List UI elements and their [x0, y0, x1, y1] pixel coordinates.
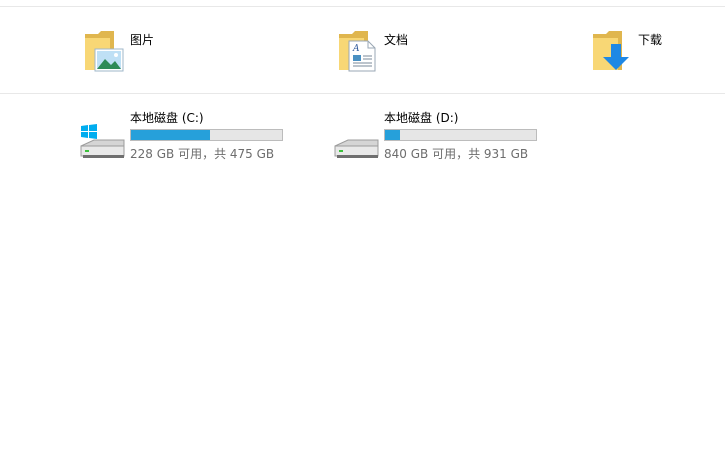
windows-drive-icon	[80, 124, 125, 158]
drive-item-d[interactable]: 本地磁盘 (D:) 840 GB 可用，共 931 GB	[334, 108, 554, 168]
pictures-folder-icon	[85, 31, 124, 72]
svg-text:A: A	[352, 44, 360, 54]
drive-usage-fill-d	[385, 130, 400, 140]
drive-label-d: 本地磁盘 (D:)	[384, 111, 459, 125]
section-divider	[0, 93, 725, 94]
folder-item-pictures[interactable]: 图片	[84, 24, 284, 76]
folder-item-documents[interactable]: A 文档	[338, 24, 538, 76]
documents-folder-icon: A	[339, 31, 376, 72]
top-divider	[0, 6, 725, 7]
drive-label-c: 本地磁盘 (C:)	[130, 111, 204, 125]
drive-usage-bar-c	[130, 129, 283, 141]
folder-label-documents: 文档	[384, 33, 409, 47]
drive-item-c[interactable]: 本地磁盘 (C:) 228 GB 可用，共 475 GB	[80, 108, 300, 168]
drive-space-text-c: 228 GB 可用，共 475 GB	[130, 147, 275, 161]
folder-label-downloads: 下载	[638, 33, 663, 47]
hard-drive-icon	[334, 139, 379, 158]
folder-item-downloads[interactable]: 下载	[592, 24, 725, 76]
drive-usage-bar-d	[384, 129, 537, 141]
folder-label-pictures: 图片	[130, 33, 155, 47]
drive-usage-fill-c	[131, 130, 210, 140]
downloads-folder-icon	[593, 31, 629, 70]
drive-space-text-d: 840 GB 可用，共 931 GB	[384, 147, 529, 161]
